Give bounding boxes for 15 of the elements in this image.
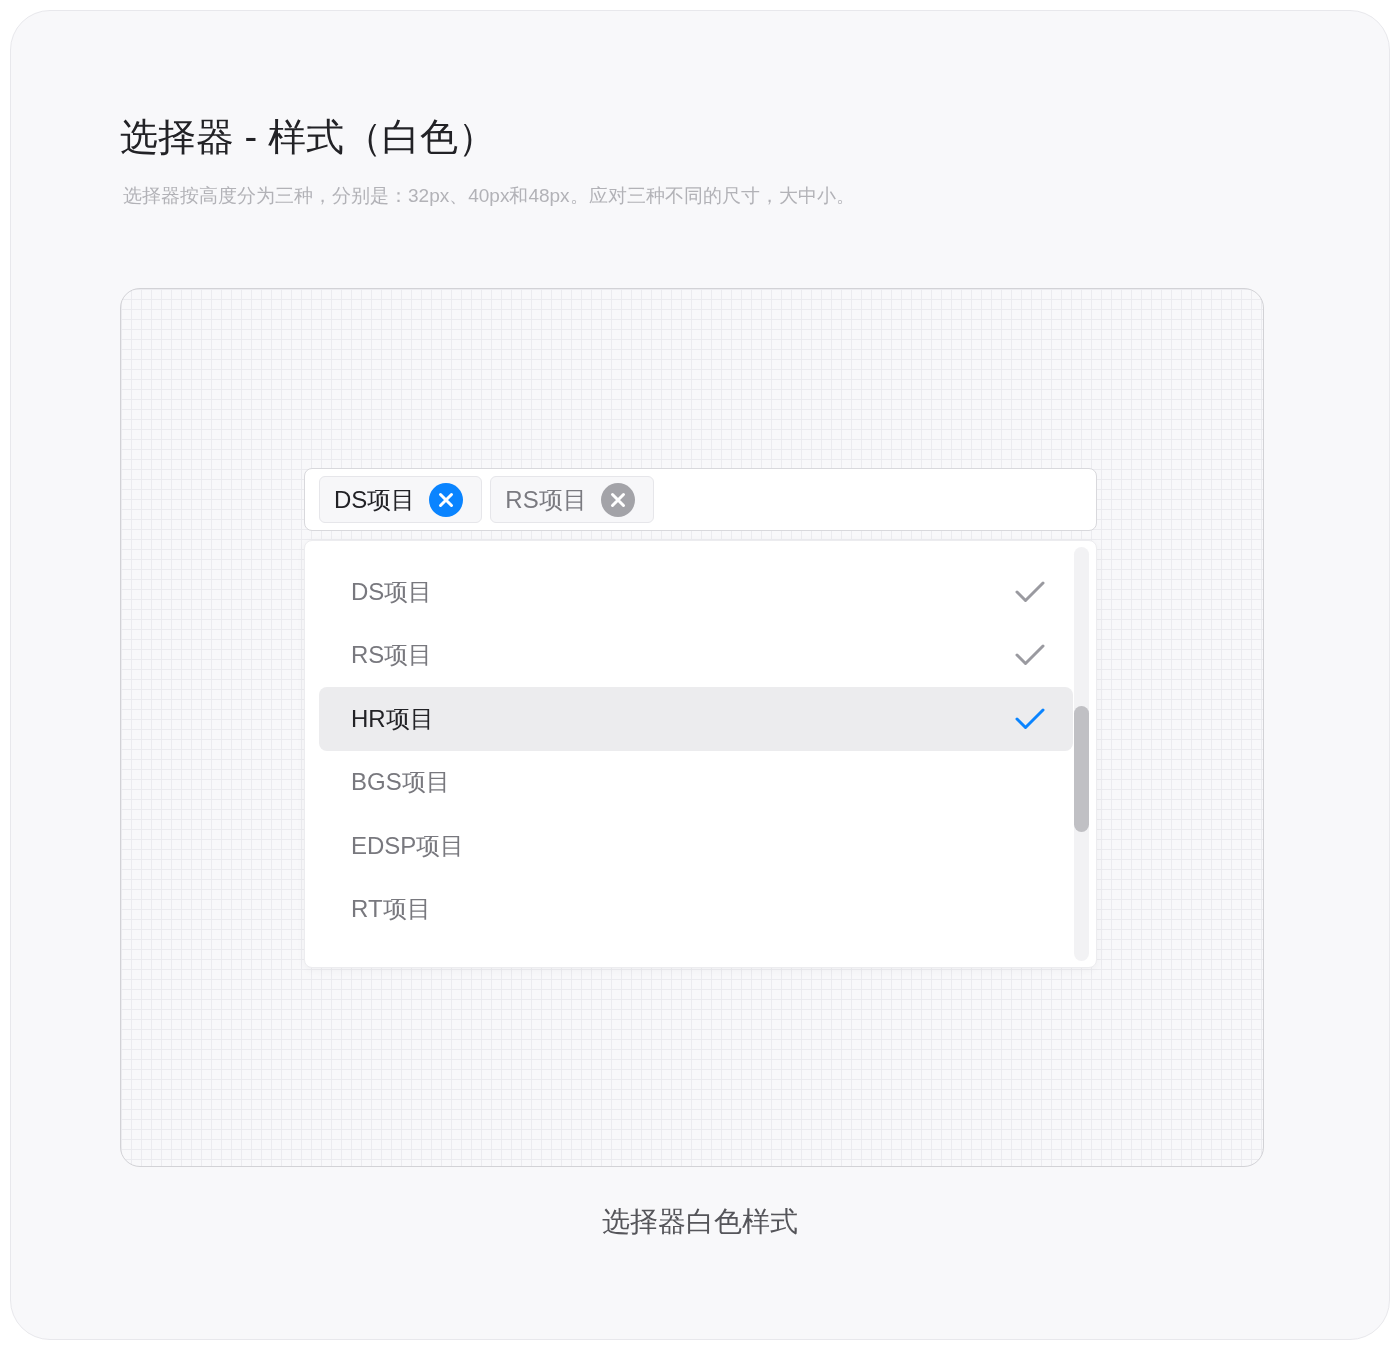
dropdown-option[interactable]: BGS项目 bbox=[319, 750, 1073, 814]
close-icon[interactable] bbox=[429, 482, 464, 517]
scrollbar-thumb[interactable] bbox=[1074, 706, 1089, 832]
tag-label: DS项目 bbox=[334, 484, 416, 515]
select-field[interactable]: DS项目 RS项目 bbox=[304, 468, 1097, 531]
dropdown-option[interactable]: DS项目 bbox=[319, 560, 1073, 624]
close-icon[interactable] bbox=[600, 482, 635, 517]
dropdown-option[interactable]: HR项目 bbox=[319, 687, 1073, 751]
dropdown-option[interactable]: RS项目 bbox=[319, 623, 1073, 687]
tag-label: RS项目 bbox=[505, 484, 587, 515]
page-title: 选择器 - 样式（白色） bbox=[120, 115, 497, 160]
caption: 选择器白色样式 bbox=[601, 1205, 799, 1239]
page-description: 选择器按高度分为三种，分别是：32px、40px和48px。应对三种不同的尺寸，大中小。 bbox=[122, 184, 856, 208]
dropdown-option[interactable]: EDSP项目 bbox=[319, 814, 1073, 878]
dropdown-option[interactable]: RT项目 bbox=[319, 877, 1073, 941]
